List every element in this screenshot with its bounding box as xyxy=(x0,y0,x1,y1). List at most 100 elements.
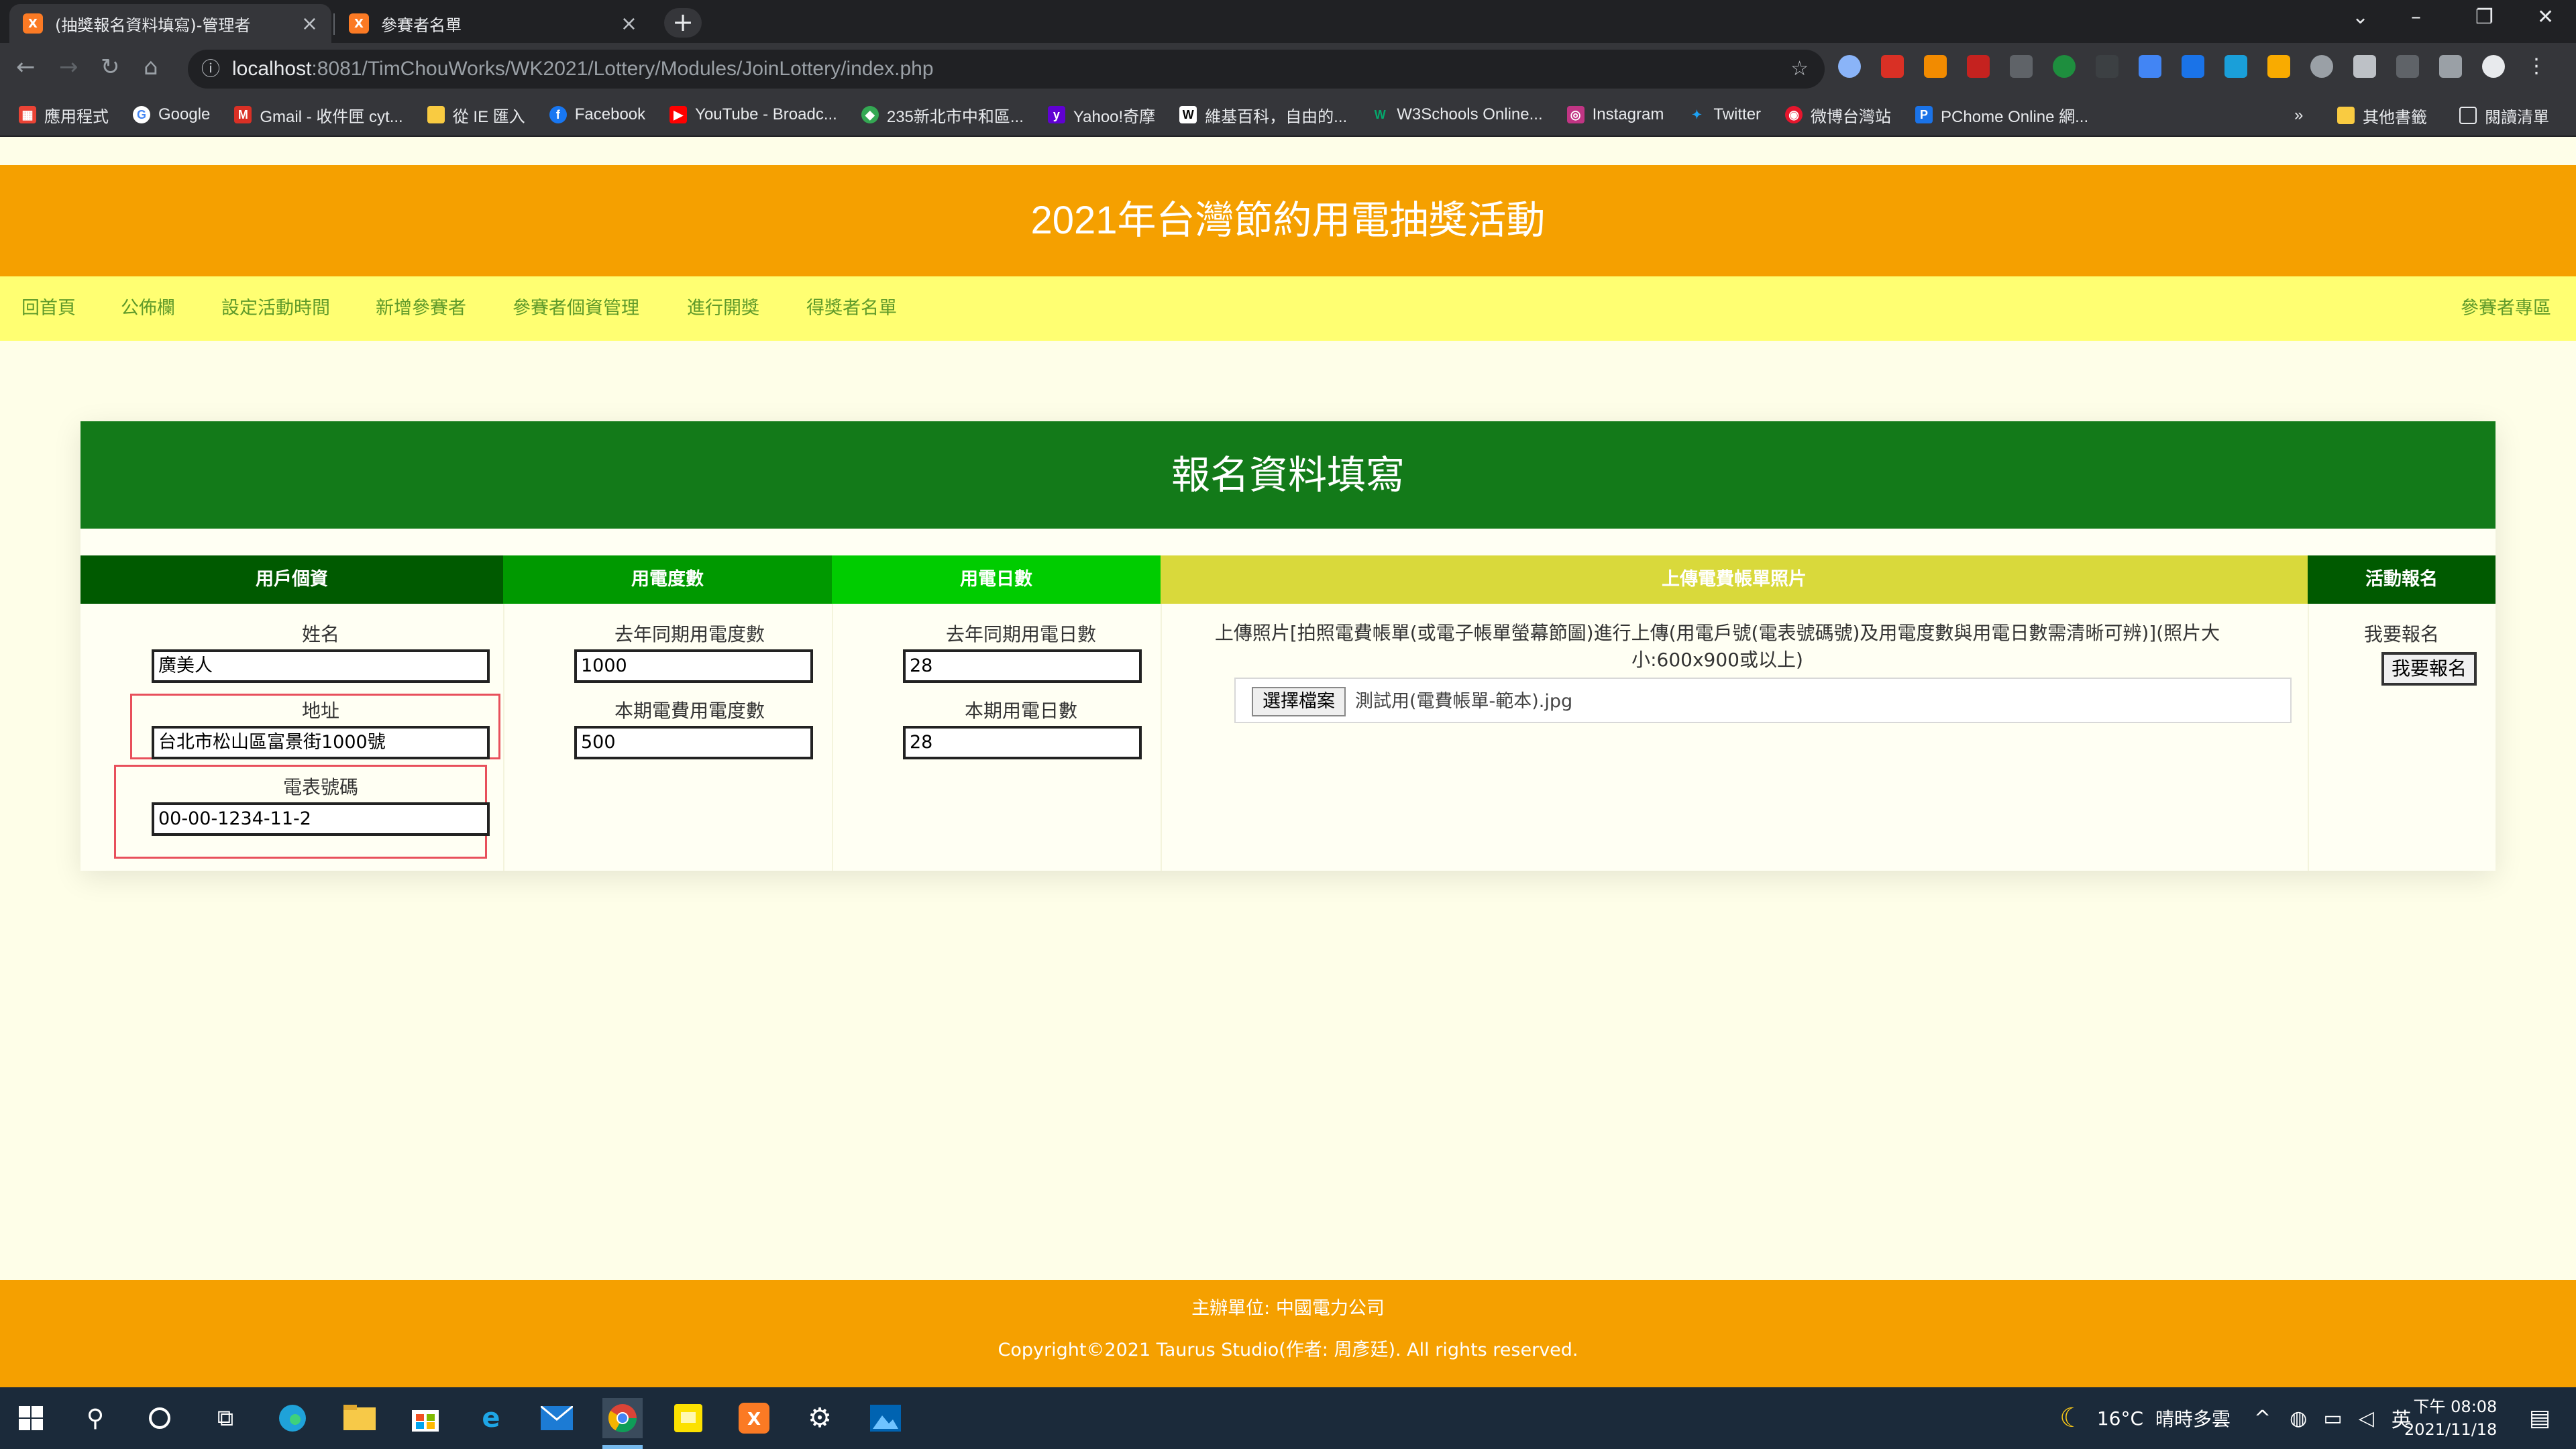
new-tab-button[interactable]: + xyxy=(664,8,702,38)
bookmark-item[interactable]: M Gmail - 收件匣 cyt... xyxy=(234,103,403,127)
settings-gear-icon[interactable]: ⚙ xyxy=(800,1398,840,1438)
gmail-extension-icon[interactable] xyxy=(1881,55,1904,78)
close-icon[interactable]: × xyxy=(301,12,318,36)
bookmark-item[interactable]: W W3Schools Online... xyxy=(1371,105,1543,124)
temperature: 16°C xyxy=(2096,1407,2144,1430)
bookmark-item[interactable]: ◆ 235新北市中和區... xyxy=(861,103,1024,127)
this-kwh-label: 本期電費用電度數 xyxy=(614,700,765,722)
column-divider xyxy=(832,604,833,871)
close-icon[interactable]: × xyxy=(621,12,637,36)
tray-app-icon[interactable]: ◍ xyxy=(2290,1407,2307,1430)
volume-icon[interactable]: ◁ xyxy=(2359,1407,2374,1430)
network-icon[interactable]: ▭ xyxy=(2323,1407,2342,1430)
nav-participant-area[interactable]: 參賽者專區 xyxy=(2461,276,2551,341)
internet-explorer-icon[interactable]: e xyxy=(471,1398,511,1438)
bookmark-item[interactable]: f Facebook xyxy=(549,105,645,124)
nav-set-time[interactable]: 設定活動時間 xyxy=(221,276,330,341)
weather-text: 晴時多雲 xyxy=(2155,1408,2231,1430)
puzzle-icon[interactable] xyxy=(2439,55,2462,78)
reading-list-button[interactable]: 閱讀清單 xyxy=(2459,94,2549,137)
meter-number-input[interactable]: 00-00-1234-11-2 xyxy=(152,802,490,836)
last-year-kwh-input[interactable]: 1000 xyxy=(574,649,813,683)
chat-extension-icon[interactable] xyxy=(2310,55,2333,78)
notification-icon[interactable]: ▤ xyxy=(2520,1398,2560,1438)
tab-search-icon[interactable]: ⌄ xyxy=(2352,5,2369,29)
bookmark-item[interactable]: G Google xyxy=(133,105,210,124)
bookmark-item[interactable]: 從 IE 匯入 xyxy=(427,103,525,127)
extension-icon[interactable] xyxy=(2096,55,2118,78)
chrome-icon[interactable] xyxy=(602,1398,643,1438)
extension-icon[interactable] xyxy=(2267,55,2290,78)
mail-icon[interactable] xyxy=(537,1398,577,1438)
clock[interactable]: 下午 08:08 2021/11/18 xyxy=(2404,1387,2497,1449)
twitter-icon: ✦ xyxy=(1691,108,1702,121)
file-explorer-icon[interactable] xyxy=(339,1398,380,1438)
forward-icon[interactable]: → xyxy=(59,54,78,80)
bookmark-star-icon[interactable]: ☆ xyxy=(1790,50,1809,89)
xampp-icon[interactable]: X xyxy=(734,1398,774,1438)
nav-winners[interactable]: 得獎者名單 xyxy=(806,276,897,341)
store-icon[interactable] xyxy=(405,1398,445,1438)
cortana-icon[interactable] xyxy=(140,1398,180,1438)
nav-draw[interactable]: 進行開獎 xyxy=(687,276,759,341)
extension-icon[interactable] xyxy=(1924,55,1947,78)
edge-icon[interactable] xyxy=(272,1398,313,1438)
shield-extension-icon[interactable] xyxy=(2353,55,2376,78)
bookmark-item[interactable]: ◉ 微博台灣站 xyxy=(1785,103,1891,127)
bookmark-item[interactable]: ▶ YouTube - Broadc... xyxy=(669,105,837,124)
menu-dots-icon[interactable]: ⋮ xyxy=(2525,55,2548,78)
extension-icon[interactable] xyxy=(2396,55,2419,78)
windows-start-icon[interactable] xyxy=(11,1398,51,1438)
photos-icon[interactable] xyxy=(865,1398,906,1438)
tray-expand-icon[interactable]: ^ xyxy=(2254,1407,2271,1430)
extension-icon[interactable] xyxy=(1838,55,1861,78)
bookmarks-overflow-button[interactable]: » xyxy=(2294,94,2303,137)
tab-signup-form[interactable]: X (抽獎報名資料填寫)-管理者 × xyxy=(9,4,331,43)
signup-button[interactable]: 我要報名 xyxy=(2381,652,2477,686)
this-kwh-input[interactable]: 500 xyxy=(574,726,813,759)
nav-bulletin[interactable]: 公佈欄 xyxy=(121,276,175,341)
info-icon[interactable]: ⓘ xyxy=(201,50,220,89)
minimize-icon[interactable]: – xyxy=(2411,5,2421,29)
name-input[interactable]: 廣美人 xyxy=(152,649,490,683)
choose-file-button[interactable]: 選擇檔案 xyxy=(1252,687,1346,716)
task-view-icon[interactable]: ⧉ xyxy=(205,1398,246,1438)
facebook-icon: f xyxy=(549,106,567,123)
extension-icon[interactable] xyxy=(2182,55,2204,78)
address-bar[interactable]: ⓘ localhost:8081/TimChouWorks/WK2021/Lot… xyxy=(188,50,1825,89)
other-bookmarks-button[interactable]: 其他書籤 xyxy=(2337,94,2427,137)
pchome-icon: P xyxy=(1915,106,1933,123)
this-days-input[interactable]: 28 xyxy=(903,726,1142,759)
extension-icon[interactable] xyxy=(2224,55,2247,78)
evernote-extension-icon[interactable] xyxy=(2053,55,2076,78)
restore-icon[interactable]: ❐ xyxy=(2475,5,2493,29)
extension-icon[interactable] xyxy=(2010,55,2033,78)
weather-widget[interactable]: ☾ 16°C 晴時多雲 xyxy=(2059,1387,2231,1449)
profile-avatar-icon[interactable] xyxy=(2482,55,2505,78)
bookmark-item[interactable]: W 維基百科，自由的... xyxy=(1179,103,1347,127)
wikipedia-icon: W xyxy=(1179,106,1197,123)
nav-add-participant[interactable]: 新增參賽者 xyxy=(376,276,466,341)
reload-icon[interactable]: ↻ xyxy=(101,54,120,80)
active-app-indicator xyxy=(602,1445,643,1449)
search-icon[interactable]: ⚲ xyxy=(75,1398,115,1438)
home-icon[interactable]: ⌂ xyxy=(144,54,158,80)
close-window-icon[interactable]: ✕ xyxy=(2537,5,2554,29)
bookmark-item[interactable]: ▦ 應用程式 xyxy=(19,103,109,127)
address-label: 地址 xyxy=(301,700,339,722)
bookmark-item[interactable]: ✦ Twitter xyxy=(1688,105,1761,124)
bookmark-item[interactable]: P PChome Online 網... xyxy=(1915,103,2088,127)
nav-participant-admin[interactable]: 參賽者個資管理 xyxy=(513,276,639,341)
footer-copyright: Copyright©2021 Taurus Studio(作者: 周彥廷). A… xyxy=(998,1340,1578,1360)
bookmark-item[interactable]: ◎ Instagram xyxy=(1566,105,1664,124)
bookmark-item[interactable]: y Yahoo!奇摩 xyxy=(1047,103,1155,127)
tab-participant-list[interactable]: X 參賽者名單 × xyxy=(335,4,651,43)
nav-home[interactable]: 回首頁 xyxy=(21,276,76,341)
sticky-notes-icon[interactable] xyxy=(668,1398,708,1438)
back-icon[interactable]: ← xyxy=(16,54,36,80)
instagram-icon: ◎ xyxy=(1566,106,1585,123)
last-year-days-input[interactable]: 28 xyxy=(903,649,1142,683)
translate-extension-icon[interactable] xyxy=(2139,55,2161,78)
pdf-extension-icon[interactable] xyxy=(1967,55,1990,78)
address-input[interactable]: 台北市松山區富景街1000號 xyxy=(152,726,490,759)
